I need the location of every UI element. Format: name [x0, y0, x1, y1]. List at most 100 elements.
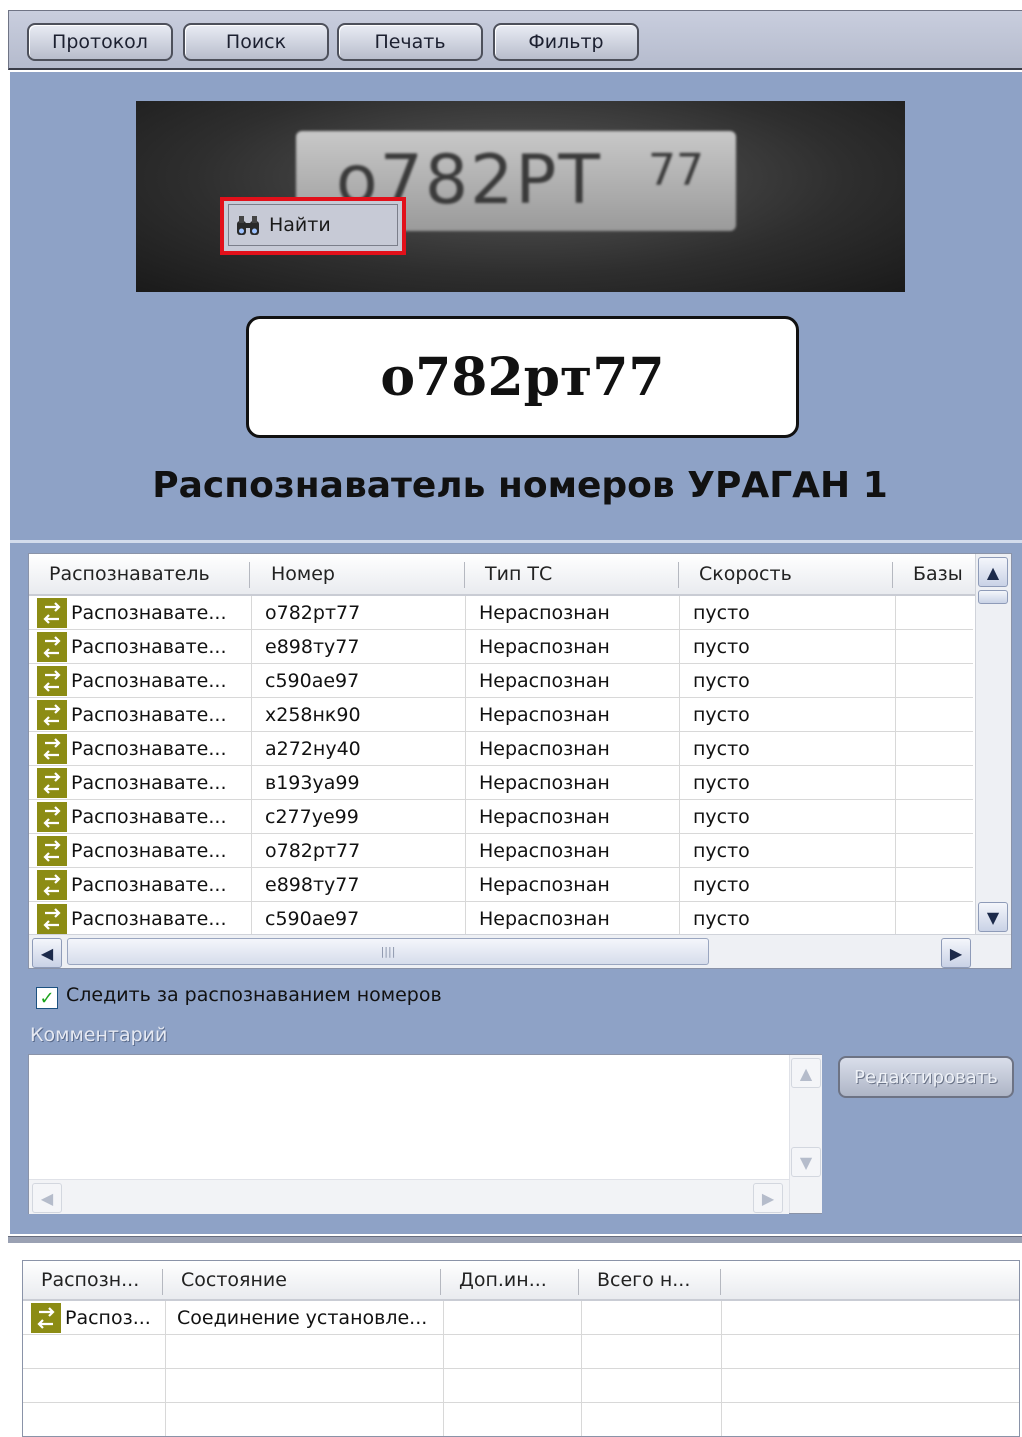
cell-recognizer-text: Распознавате...	[71, 908, 227, 930]
cell-vehicle-type: Нераспознан	[479, 772, 610, 794]
table-row[interactable]: Распознавате... е898ту77 Нераспознан пусто	[29, 630, 973, 664]
cell-vehicle-type: Нераспознан	[479, 840, 610, 862]
table-row[interactable]: Распознавате... е898ту77 Нераспознан пусто	[29, 868, 973, 902]
comment-horizontal-scrollbar: ◀ ▶	[29, 1179, 789, 1214]
table-row[interactable]: Распознавате... а272ну40 Нераспознан пусто	[29, 732, 973, 766]
comment-vertical-scrollbar: ▲ ▼	[789, 1055, 822, 1213]
comment-scroll-left-button: ◀	[32, 1183, 62, 1213]
column-header-recognizer[interactable]: Распознаватель	[29, 554, 251, 596]
status-row[interactable]: Распоз... Соединение установле...	[23, 1301, 1019, 1335]
cell-number: с277уе99	[265, 806, 359, 828]
cell-recognizer-text: Распознавате...	[71, 806, 227, 828]
column-header-speed[interactable]: Скорость	[679, 554, 893, 596]
cell-speed: пусто	[693, 772, 750, 794]
cell-recognizer-text: Распознавате...	[71, 840, 227, 862]
cell-vehicle-type: Нераспознан	[479, 806, 610, 828]
cell-vehicle-type: Нераспознан	[479, 738, 610, 760]
cell-recognizer-text: Распознавате...	[71, 704, 227, 726]
cell-vehicle-type: Нераспознан	[479, 602, 610, 624]
cell-recognizer: Распознавате...	[29, 766, 251, 800]
cell-speed: пусто	[693, 704, 750, 726]
cell-recognizer: Распознавате...	[29, 834, 251, 868]
cell-vehicle-type: Нераспознан	[479, 704, 610, 726]
watch-checkbox[interactable]: ✓	[36, 987, 58, 1009]
comment-scroll-down-button: ▼	[791, 1147, 821, 1177]
recognizer-icon	[37, 904, 67, 934]
scroll-thumb[interactable]	[978, 590, 1008, 604]
search-button[interactable]: Поиск	[183, 23, 329, 61]
status-row	[23, 1335, 1019, 1369]
cell-recognizer: Распознавате...	[29, 868, 251, 902]
splitter-bar[interactable]	[8, 1236, 1022, 1243]
cell-recognizer-text: Распознавате...	[71, 602, 227, 624]
table-row[interactable]: Распознавате... с277уе99 Нераспознан пусто	[29, 800, 973, 834]
scroll-right-button[interactable]: ▶	[941, 938, 971, 968]
table-row[interactable]: Распознавате... х258нк90 Нераспознан пусто	[29, 698, 973, 732]
status-header-extra-info[interactable]: Доп.ин...	[441, 1261, 579, 1301]
scroll-left-button[interactable]: ◀	[32, 938, 62, 968]
cell-number: х258нк90	[265, 704, 361, 726]
cell-speed: пусто	[693, 738, 750, 760]
cell-vehicle-type: Нераспознан	[479, 636, 610, 658]
column-header-vehicle-type[interactable]: Тип ТС	[465, 554, 679, 596]
table-row[interactable]: Распознавате... о782рт77 Нераспознан пусто	[29, 596, 973, 630]
recognizer-icon	[37, 870, 67, 900]
comment-textarea[interactable]: ▲ ▼ ◀ ▶	[28, 1054, 822, 1214]
status-header-state[interactable]: Состояние	[163, 1261, 441, 1301]
cell-vehicle-type: Нераспознан	[479, 908, 610, 930]
protocol-button[interactable]: Протокол	[27, 23, 173, 61]
cell-number: с590ае97	[265, 670, 360, 692]
cell-number: в193уа99	[265, 772, 360, 794]
cell-recognizer-text: Распознавате...	[71, 636, 227, 658]
cell-number: а272ну40	[265, 738, 361, 760]
status-header-recognizer[interactable]: Распозн...	[23, 1261, 163, 1301]
column-header-number[interactable]: Номер	[251, 554, 465, 596]
scroll-up-button[interactable]: ▲	[978, 557, 1008, 587]
print-button[interactable]: Печать	[337, 23, 483, 61]
table-row[interactable]: Распознавате... с590ае97 Нераспознан пусто	[29, 902, 973, 936]
cell-vehicle-type: Нераспознан	[479, 874, 610, 896]
column-header-databases[interactable]: Базы	[893, 554, 975, 596]
cell-speed: пусто	[693, 636, 750, 658]
comment-scroll-up-button: ▲	[791, 1058, 821, 1088]
toolbar: Протокол Поиск Печать Фильтр	[8, 10, 1022, 70]
cell-speed: пусто	[693, 670, 750, 692]
status-table: Распозн... Состояние Доп.ин... Всего н..…	[22, 1260, 1020, 1437]
cell-number: о782рт77	[265, 602, 361, 624]
watch-checkbox-label[interactable]: Следить за распознаванием номеров	[66, 984, 442, 1006]
recognizer-icon	[37, 700, 67, 730]
status-header-total[interactable]: Всего н...	[579, 1261, 721, 1301]
horizontal-scrollbar[interactable]: ◀ |||| ▶	[29, 934, 1011, 968]
edit-button: Редактировать	[838, 1056, 1014, 1098]
status-recognizer-text: Распоз...	[65, 1307, 151, 1329]
cell-speed: пусто	[693, 806, 750, 828]
cell-recognizer: Распознавате...	[29, 698, 251, 732]
binoculars-icon	[237, 216, 259, 235]
recognition-list: Распознаватель Номер Тип ТС Скорость Баз…	[28, 553, 1012, 969]
cell-recognizer-text: Распознавате...	[71, 670, 227, 692]
cell-recognizer-text: Распознавате...	[71, 772, 227, 794]
status-cell-recognizer: Распоз...	[23, 1301, 165, 1335]
find-label: Найти	[269, 214, 331, 236]
recognizer-icon	[31, 1303, 61, 1333]
recognizer-icon	[37, 632, 67, 662]
recognizer-icon	[37, 734, 67, 764]
cell-recognizer: Распознавате...	[29, 902, 251, 936]
table-row[interactable]: Распознавате... о782рт77 Нераспознан пусто	[29, 834, 973, 868]
recognizer-icon	[37, 836, 67, 866]
cell-recognizer-text: Распознавате...	[71, 738, 227, 760]
vertical-scrollbar[interactable]: ▲ ▼	[975, 554, 1011, 934]
table-row[interactable]: Распознавате... в193уа99 Нераспознан пусто	[29, 766, 973, 800]
status-cell-state: Соединение установле...	[177, 1307, 428, 1329]
cell-speed: пусто	[693, 874, 750, 896]
cell-recognizer: Распознавате...	[29, 732, 251, 766]
cell-speed: пусто	[693, 602, 750, 624]
table-row[interactable]: Распознавате... с590ае97 Нераспознан пусто	[29, 664, 973, 698]
find-menu-item[interactable]: Найти	[228, 204, 398, 246]
recognizer-icon	[37, 802, 67, 832]
horizontal-scroll-thumb[interactable]: ||||	[67, 938, 709, 965]
filter-button[interactable]: Фильтр	[493, 23, 639, 61]
scroll-down-button[interactable]: ▼	[978, 902, 1008, 932]
comment-scroll-right-button: ▶	[753, 1183, 783, 1213]
recognizer-icon	[37, 768, 67, 798]
